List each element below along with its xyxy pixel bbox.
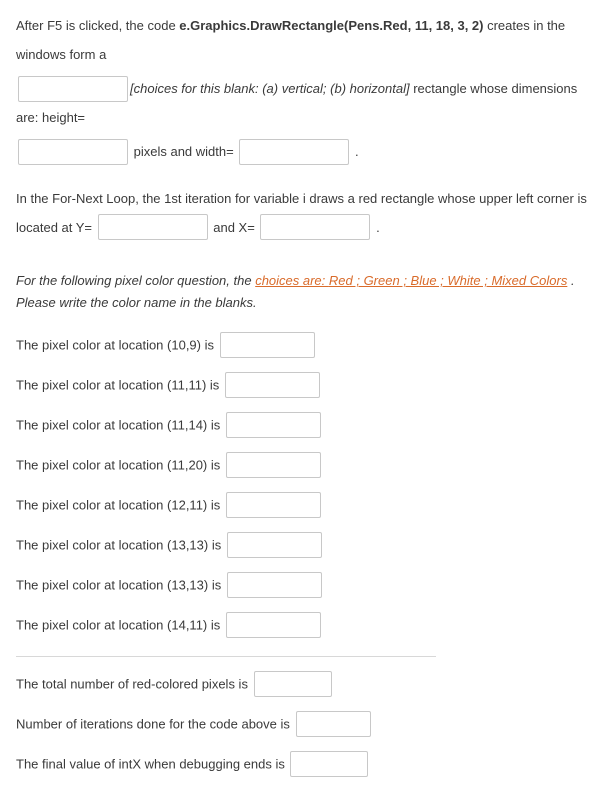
pixel-label: The pixel color at location (14,11) is — [16, 618, 220, 633]
pixel-row: The pixel color at location (13,13) is — [16, 532, 600, 558]
pixel-row: The pixel color at location (11,20) is — [16, 452, 600, 478]
q2-and-x: and X= — [210, 220, 255, 235]
summary-questions: The total number of red-colored pixels i… — [16, 671, 600, 777]
blank-pixel-4[interactable] — [226, 492, 321, 518]
q1-choices-note: [choices for this blank: (a) vertical; (… — [130, 81, 410, 96]
blank-pixel-7[interactable] — [226, 612, 321, 638]
q2-period: . — [376, 220, 380, 235]
blank-final-intx[interactable] — [290, 751, 368, 777]
q2-line: In the For-Next Loop, the 1st iteration … — [16, 185, 600, 242]
blank-width[interactable] — [239, 139, 349, 165]
blank-total-red[interactable] — [254, 671, 332, 697]
blank-y[interactable] — [98, 214, 208, 240]
summary-label: Number of iterations done for the code a… — [16, 717, 290, 732]
blank-iterations[interactable] — [296, 711, 371, 737]
q1-line2: [choices for this blank: (a) vertical; (… — [16, 75, 600, 132]
pixel-label: The pixel color at location (11,14) is — [16, 418, 220, 433]
color-question-intro: For the following pixel color question, … — [16, 270, 600, 314]
q1-line1: After F5 is clicked, the code e.Graphics… — [16, 12, 600, 69]
pixel-questions: The pixel color at location (10,9) is Th… — [16, 332, 600, 638]
blank-pixel-0[interactable] — [220, 332, 315, 358]
color-choices-label: choices are: Red ; Green ; Blue ; White … — [255, 273, 567, 288]
pixel-row: The pixel color at location (12,11) is — [16, 492, 600, 518]
pixel-label: The pixel color at location (10,9) is — [16, 338, 214, 353]
pixel-row: The pixel color at location (14,11) is — [16, 612, 600, 638]
blank-pixel-6[interactable] — [227, 572, 322, 598]
summary-row: The total number of red-colored pixels i… — [16, 671, 600, 697]
q1-code: e.Graphics.DrawRectangle(Pens.Red, 11, 1… — [179, 18, 483, 33]
pixel-label: The pixel color at location (11,20) is — [16, 458, 220, 473]
blank-orientation[interactable] — [18, 76, 128, 102]
pixel-label: The pixel color at location (13,13) is — [16, 538, 221, 553]
blank-pixel-2[interactable] — [226, 412, 321, 438]
q1-intro-a: After F5 is clicked, the code — [16, 18, 179, 33]
question-1: After F5 is clicked, the code e.Graphics… — [16, 12, 600, 167]
color-intro-prefix: For the following pixel color question, … — [16, 273, 255, 288]
blank-x[interactable] — [260, 214, 370, 240]
blank-height[interactable] — [18, 139, 128, 165]
pixel-label: The pixel color at location (12,11) is — [16, 498, 220, 513]
blank-pixel-5[interactable] — [227, 532, 322, 558]
pixel-label: The pixel color at location (11,11) is — [16, 378, 219, 393]
summary-row: The final value of intX when debugging e… — [16, 751, 600, 777]
pixel-row: The pixel color at location (13,13) is — [16, 572, 600, 598]
q1-period: . — [355, 144, 359, 159]
summary-label: The final value of intX when debugging e… — [16, 757, 285, 772]
blank-pixel-1[interactable] — [225, 372, 320, 398]
divider — [16, 656, 436, 657]
summary-label: The total number of red-colored pixels i… — [16, 677, 248, 692]
q1-line3: pixels and width= . — [16, 138, 600, 167]
pixel-row: The pixel color at location (11,11) is — [16, 372, 600, 398]
q1-pixels-and-width: pixels and width= — [130, 144, 234, 159]
question-2: In the For-Next Loop, the 1st iteration … — [16, 185, 600, 242]
summary-row: Number of iterations done for the code a… — [16, 711, 600, 737]
pixel-row: The pixel color at location (11,14) is — [16, 412, 600, 438]
blank-pixel-3[interactable] — [226, 452, 321, 478]
pixel-label: The pixel color at location (13,13) is — [16, 578, 221, 593]
pixel-row: The pixel color at location (10,9) is — [16, 332, 600, 358]
